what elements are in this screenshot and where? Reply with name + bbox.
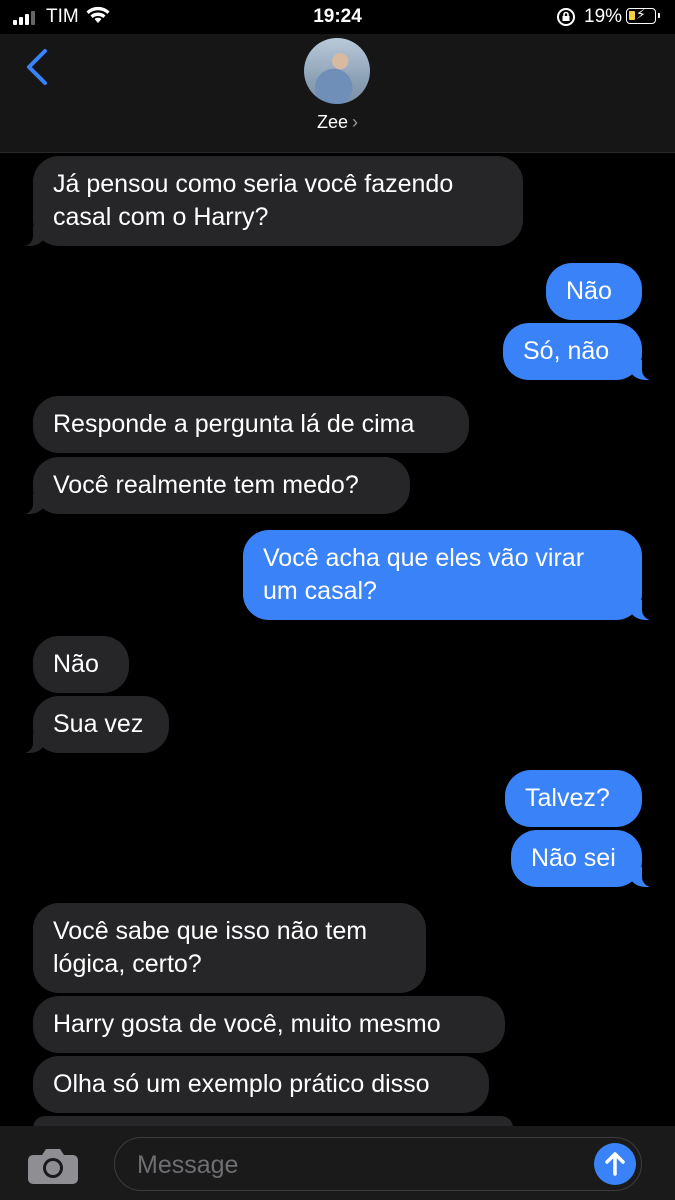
message-text: Você realmente tem medo? [53, 471, 359, 499]
battery-icon: ⚡ [626, 6, 660, 24]
received-message[interactable]: Olha só um exemplo prático disso [33, 1056, 489, 1113]
contact-name-button[interactable]: Zee › [0, 112, 675, 133]
message-text: Sua vez [53, 710, 144, 738]
message-text: Não [566, 277, 612, 305]
message-text-line: Você acha que eles vão virar [263, 544, 585, 572]
message-text: Talvez? [525, 784, 610, 812]
sent-message[interactable]: Você acha que eles vão virar um casal? [243, 530, 668, 620]
sent-message[interactable]: Talvez? [505, 770, 642, 827]
conversation-header: Zee › [0, 34, 675, 153]
send-button[interactable] [594, 1143, 636, 1185]
contact-name: Zee [316, 112, 349, 132]
sent-message[interactable]: Só, não [503, 323, 668, 380]
back-button[interactable] [24, 48, 50, 91]
arrow-up-icon [605, 1152, 625, 1176]
received-message[interactable]: Responde a pergunta lá de cima [33, 396, 469, 453]
message-text-line: um casal? [263, 577, 377, 605]
message-text: Responde a pergunta lá de cima [53, 410, 415, 438]
message-text: Não [53, 650, 99, 678]
sent-message[interactable]: Não sei [511, 830, 668, 887]
message-text: Olha só um exemplo prático disso [53, 1070, 430, 1098]
camera-button[interactable] [27, 1147, 79, 1190]
camera-icon [28, 1149, 78, 1184]
contact-avatar[interactable] [304, 38, 370, 104]
received-message[interactable]: Já pensou como seria você fazendo casal … [7, 156, 523, 246]
received-message[interactable]: Você sabe que isso não tem lógica, certo… [33, 903, 426, 993]
status-bar: TIM 19:24 19% ⚡ [0, 0, 675, 34]
received-message[interactable]: Harry gosta de você, muito mesmo [33, 996, 505, 1053]
chevron-left-icon [27, 49, 47, 85]
message-text-line: Já pensou como seria você fazendo [53, 170, 454, 198]
message-text: Não sei [531, 844, 616, 872]
message-input[interactable] [135, 1146, 579, 1184]
received-message[interactable]: Você realmente tem medo? [7, 457, 410, 514]
message-input-container[interactable] [114, 1137, 642, 1191]
battery-percentage: 19% [584, 6, 623, 27]
message-text-line: Você sabe que isso não tem [53, 917, 368, 945]
message-text-line: lógica, certo? [53, 950, 202, 978]
message-text: Só, não [523, 337, 610, 365]
received-message[interactable]: Sua vez [7, 696, 169, 753]
orientation-lock-icon [556, 7, 576, 32]
message-composer [0, 1126, 675, 1200]
message-text-line: casal com o Harry? [53, 203, 269, 231]
sent-message[interactable]: Não [546, 263, 642, 320]
message-text: Harry gosta de você, muito mesmo [53, 1010, 441, 1038]
received-message[interactable]: Não [33, 636, 129, 693]
chevron-right-icon: › [352, 112, 359, 132]
